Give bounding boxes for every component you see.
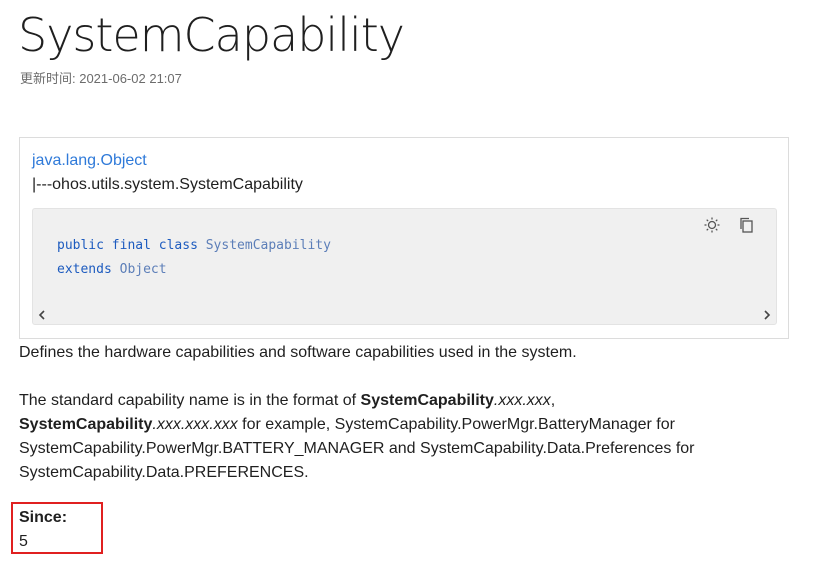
page-title: SystemCapability bbox=[18, 8, 405, 62]
scroll-left-icon[interactable] bbox=[35, 308, 49, 322]
copy-icon[interactable] bbox=[736, 215, 756, 235]
description-paragraph-2: The standard capability name is in the f… bbox=[19, 389, 799, 485]
code-line-1: public final class SystemCapability bbox=[57, 238, 331, 253]
class-name: SystemCapability bbox=[205, 238, 331, 253]
keyword-class: class bbox=[158, 238, 198, 253]
format-bold-2: SystemCapability bbox=[19, 416, 153, 433]
scroll-right-icon[interactable] bbox=[760, 308, 774, 322]
hierarchy-child: |---ohos.utils.system.SystemCapability bbox=[32, 176, 303, 193]
keyword-final: final bbox=[111, 238, 151, 253]
java-lang-object-link[interactable]: java.lang.Object bbox=[32, 152, 147, 170]
format-text: The standard capability name is in the f… bbox=[19, 392, 361, 409]
format-comma: , bbox=[550, 392, 556, 409]
since-value: 5 bbox=[19, 533, 28, 550]
code-block: public final class SystemCapability exte… bbox=[32, 208, 777, 325]
format-bold-1: SystemCapability bbox=[360, 392, 494, 409]
update-time: 更新时间: 2021-06-02 21:07 bbox=[20, 71, 182, 86]
format-italic-2: .xxx.xxx.xxx bbox=[152, 416, 238, 433]
superclass-name: Object bbox=[119, 262, 167, 277]
keyword-extends: extends bbox=[57, 262, 112, 277]
keyword-public: public bbox=[57, 238, 104, 253]
class-hierarchy: java.lang.Object |---ohos.utils.system.S… bbox=[19, 137, 789, 339]
description-paragraph-1: Defines the hardware capabilities and so… bbox=[19, 344, 577, 361]
theme-toggle-icon[interactable] bbox=[702, 215, 722, 235]
code-line-2: extends Object bbox=[57, 262, 167, 277]
format-italic-1: .xxx.xxx bbox=[493, 392, 551, 409]
since-label: Since: bbox=[19, 509, 68, 526]
code-tools bbox=[702, 215, 756, 235]
